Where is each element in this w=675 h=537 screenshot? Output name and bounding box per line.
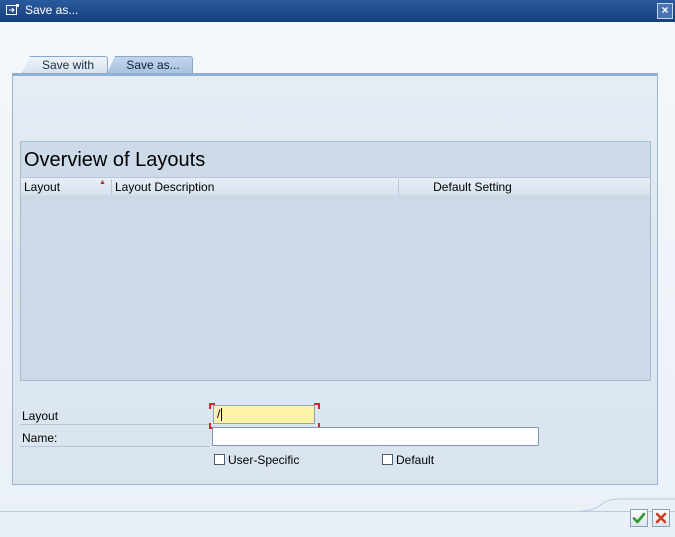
close-icon: ×	[661, 3, 669, 17]
tab-save-as[interactable]: Save as...	[107, 56, 193, 73]
checkmark-icon	[632, 512, 646, 524]
focus-corner-top-left	[209, 403, 215, 409]
layout-label: Layout	[22, 409, 59, 423]
layout-row-divider	[20, 424, 210, 425]
save-as-window-icon	[6, 4, 19, 15]
tab-label: Save with	[41, 58, 95, 72]
name-label: Name:	[22, 431, 58, 445]
name-input[interactable]	[212, 427, 539, 446]
layout-input-value: /	[217, 407, 221, 421]
tab-save-with[interactable]: Save with	[22, 56, 108, 73]
column-header-layout[interactable]: Layout	[24, 179, 110, 195]
footer-divider	[0, 511, 675, 512]
cancel-button[interactable]	[652, 509, 670, 527]
window-title: Save as...	[25, 3, 79, 17]
column-header-default-setting[interactable]: Default Setting	[398, 179, 546, 195]
title-bar: Save as... ×	[0, 0, 675, 22]
user-specific-checkbox[interactable]	[214, 454, 225, 465]
name-row-divider	[20, 446, 210, 447]
ok-button[interactable]	[630, 509, 648, 527]
close-button[interactable]: ×	[657, 3, 673, 19]
focus-corner-top-right	[314, 403, 320, 409]
user-specific-label: User-Specific	[228, 453, 300, 467]
cancel-x-icon	[655, 512, 667, 524]
layout-input[interactable]: /	[213, 405, 315, 424]
default-label: Default	[396, 453, 435, 467]
overview-title: Overview of Layouts	[24, 149, 206, 171]
table-header: Layout ▲ Layout Description Default Sett…	[21, 177, 650, 197]
column-header-layout-description[interactable]: Layout Description	[111, 179, 398, 195]
table-body	[21, 195, 650, 380]
sort-ascending-icon: ▲	[99, 179, 106, 186]
layouts-overview-table: Overview of Layouts Layout ▲ Layout Desc…	[20, 141, 651, 381]
tab-label: Save as...	[126, 58, 180, 72]
default-checkbox[interactable]	[382, 454, 393, 465]
